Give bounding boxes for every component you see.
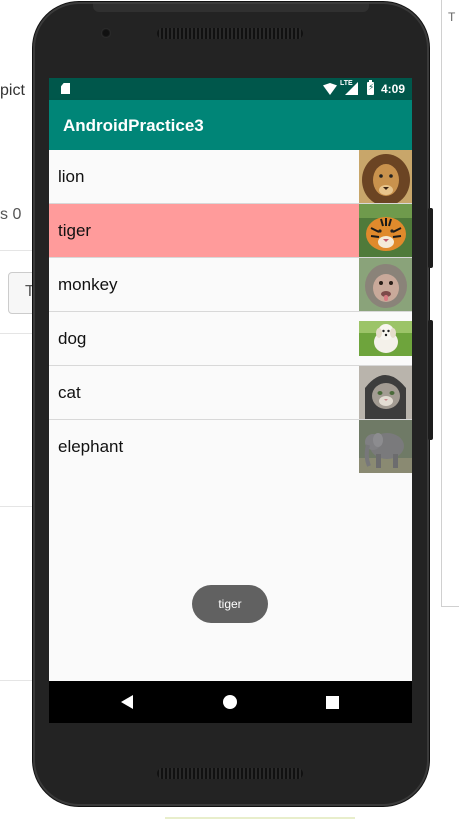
battery-charging-icon: ⚡ <box>368 83 375 93</box>
bottom-speaker <box>157 768 303 779</box>
list-item-elephant[interactable]: elephant <box>49 420 412 473</box>
list-item-label: dog <box>58 329 87 348</box>
phone-screen: LTE ⚡ 4:09 AndroidPractice3 lion tiger m… <box>49 78 412 723</box>
app-bar: AndroidPractice3 <box>49 100 412 150</box>
recents-icon[interactable] <box>326 696 339 709</box>
list-item-monkey[interactable]: monkey <box>49 258 412 312</box>
list-item-dog[interactable]: dog <box>49 312 412 366</box>
background-bottom-line <box>165 817 355 819</box>
front-camera <box>101 28 111 38</box>
list-item-tiger[interactable]: tiger <box>49 204 412 258</box>
background-right-panel: T <box>441 0 459 607</box>
list-item-label: lion <box>58 167 85 186</box>
lion-image <box>359 150 412 203</box>
volume-button[interactable] <box>428 320 433 440</box>
tiger-image <box>359 204 412 257</box>
list-item-lion[interactable]: lion <box>49 150 412 204</box>
animal-list: lion tiger monkey dog cat elephant <box>49 150 412 473</box>
status-clock: 4:09 <box>381 82 406 96</box>
toast-message: tiger <box>192 585 268 623</box>
sd-card-icon <box>61 83 70 94</box>
phone-frame: LTE ⚡ 4:09 AndroidPractice3 lion tiger m… <box>33 2 433 806</box>
earpiece-speaker <box>157 28 303 39</box>
list-item-label: monkey <box>58 275 118 294</box>
app-title: AndroidPractice3 <box>63 116 204 135</box>
wifi-icon <box>323 83 337 95</box>
list-item-label: cat <box>58 383 81 402</box>
phone-top-edge <box>93 2 369 12</box>
background-text-1: pict <box>0 82 25 99</box>
home-icon[interactable] <box>223 695 237 709</box>
list-item-label: elephant <box>58 437 124 456</box>
power-button[interactable] <box>428 208 433 268</box>
list-item-cat[interactable]: cat <box>49 366 412 420</box>
background-text-2: s 0 <box>0 206 22 223</box>
background-right-panel-text: T <box>448 10 456 24</box>
navigation-bar <box>49 681 412 723</box>
elephant-image <box>359 420 412 473</box>
list-item-label: tiger <box>58 221 92 240</box>
status-bar: LTE ⚡ 4:09 <box>49 78 412 100</box>
cat-image <box>359 366 412 419</box>
lte-label: LTE <box>340 80 353 87</box>
back-icon[interactable] <box>121 695 133 709</box>
dog-image <box>359 312 412 365</box>
monkey-image <box>359 258 412 311</box>
